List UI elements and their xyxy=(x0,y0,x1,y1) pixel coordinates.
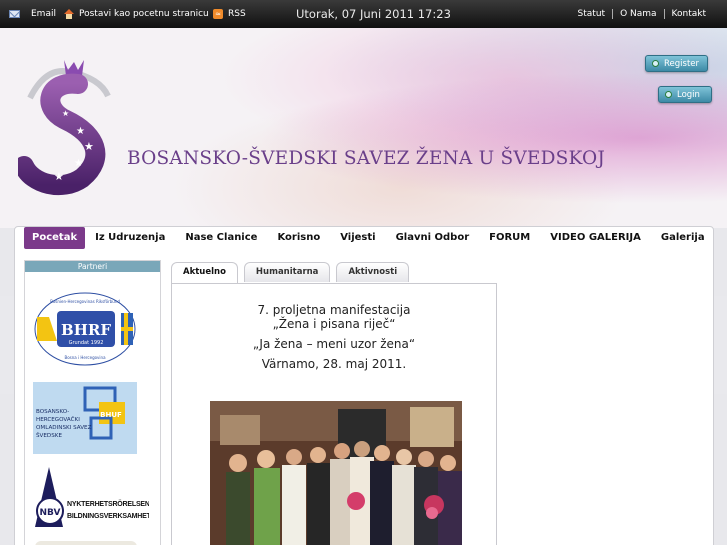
set-homepage-link[interactable]: Postavi kao pocetnu stranicu xyxy=(64,9,209,19)
register-button[interactable]: Register xyxy=(645,55,708,72)
email-label: Email xyxy=(31,9,56,19)
top-link-kontakt[interactable]: Kontakt xyxy=(663,9,713,19)
current-date: Utorak, 07 Juni 2011 17:23 xyxy=(296,7,451,21)
tab-humanitarna[interactable]: Humanitarna xyxy=(243,262,331,282)
top-link-statut[interactable]: Statut xyxy=(571,9,613,19)
nav-item-nase-clanice[interactable]: Nase Clanice xyxy=(175,227,267,249)
article-line-3: „Ja žena – meni uzor žena“ xyxy=(252,337,416,351)
svg-text:★: ★ xyxy=(74,158,83,169)
register-label: Register xyxy=(664,58,699,69)
main-nav: Pocetak Iz Udruzenja Nase Clanice Korisn… xyxy=(24,226,715,250)
email-link[interactable]: Email xyxy=(9,9,56,19)
bhuf-text: BHUF xyxy=(100,411,122,419)
homepage-label: Postavi kao pocetnu stranicu xyxy=(79,9,209,19)
bhrf-text: BHRF xyxy=(61,321,111,339)
login-icon xyxy=(665,91,672,98)
nav-item-video-galerija[interactable]: VIDEO GALERIJA xyxy=(540,227,651,249)
nav-item-glavni-odbor[interactable]: Glavni Odbor xyxy=(386,227,480,249)
sidebar-title: Partneri xyxy=(25,261,160,272)
nav-item-galerija[interactable]: Galerija xyxy=(651,227,715,249)
bhrf-subtext: Grundat 1992 xyxy=(69,340,104,346)
svg-text:★: ★ xyxy=(76,126,85,137)
login-label: Login xyxy=(677,89,700,100)
login-button[interactable]: Login xyxy=(658,86,712,103)
mail-icon xyxy=(9,10,20,18)
partner-logo-bhuf[interactable]: BHUF BOSANSKO-HERCEGOVAČKI OMLADINSKI SA… xyxy=(33,382,137,454)
top-links: Statut O Nama Kontakt xyxy=(571,9,713,19)
event-photo[interactable] xyxy=(210,401,462,545)
svg-text:★: ★ xyxy=(84,140,94,153)
partners-sidebar: Partneri BHRF Grundat 1992 Bosnien-Herce… xyxy=(24,260,161,545)
nav-item-forum[interactable]: FORUM xyxy=(479,227,540,249)
content-tabs: Aktuelno Humanitarna Aktivnosti xyxy=(171,262,410,284)
site-header: ★ ★ ★ ★ ★ BOSANSKO-ŠVEDSKI SAVEZ ŽENA U … xyxy=(0,28,727,228)
bhuf-subtext: BOSANSKO-HERCEGOVAČKI OMLADINSKI SAVEZ Š… xyxy=(36,409,92,439)
nbv-subtext: NYKTERHETSRÖRELSENS BILDNINGSVERKSAMHET xyxy=(67,501,149,520)
svg-text:★: ★ xyxy=(62,109,69,118)
nav-item-iz-udruzenja[interactable]: Iz Udruzenja xyxy=(85,227,175,249)
register-icon xyxy=(652,60,659,67)
article-line-1: 7. proljetna manifestacija xyxy=(257,303,411,317)
top-bar: Email Postavi kao pocetnu stranicu ≈ RSS… xyxy=(0,0,727,28)
bhrf-ring-text-bottom: Bosna i Hercegovina xyxy=(64,355,106,360)
rss-label: RSS xyxy=(228,9,246,19)
partner-logo-nbv[interactable]: NBV NYKTERHETSRÖRELSENS BILDNINGSVERKSAM… xyxy=(33,465,149,531)
nav-item-korisno[interactable]: Korisno xyxy=(267,227,330,249)
article-line-4: Värnamo, 28. maj 2011. xyxy=(261,357,407,371)
tab-aktuelno[interactable]: Aktuelno xyxy=(171,262,238,284)
home-icon xyxy=(64,9,74,19)
bhrf-ring-text-top: Bosnien-Hercegovinas Riksförbund xyxy=(50,299,120,304)
partner-logo-partial[interactable] xyxy=(35,541,137,545)
nav-item-pocetak[interactable]: Pocetak xyxy=(24,227,86,249)
site-title: BOSANSKO-ŠVEDSKI SAVEZ ŽENA U ŠVEDSKOJ xyxy=(127,148,605,169)
tab-aktivnosti[interactable]: Aktivnosti xyxy=(336,262,410,282)
partner-logo-bhrf[interactable]: BHRF Grundat 1992 Bosnien-Hercegovinas R… xyxy=(33,291,137,367)
svg-text:★: ★ xyxy=(54,170,64,183)
article-panel: 7. proljetna manifestacija „Žena i pisan… xyxy=(171,283,497,545)
site-logo[interactable]: ★ ★ ★ ★ ★ xyxy=(18,58,122,198)
nav-item-vijesti[interactable]: Vijesti xyxy=(330,227,385,249)
rss-link[interactable]: ≈ RSS xyxy=(213,9,246,19)
article-line-2: „Žena i pisana riječ“ xyxy=(272,317,396,331)
top-link-o-nama[interactable]: O Nama xyxy=(612,9,663,19)
nbv-text: NBV xyxy=(40,508,61,518)
rss-icon: ≈ xyxy=(213,9,223,19)
